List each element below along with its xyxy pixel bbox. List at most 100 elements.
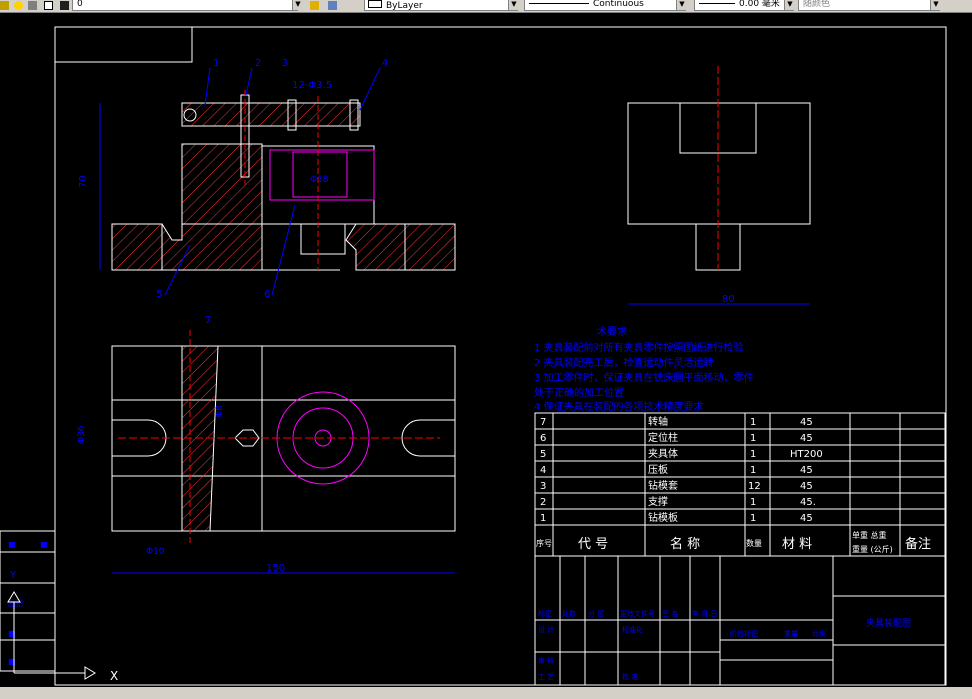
lineweight-value: 0.00 毫米 xyxy=(739,0,780,9)
lineweight-sample xyxy=(699,3,735,4)
tb-label: 处数 xyxy=(562,609,576,618)
bom-rows: 7 转轴 1 45 6 定位柱 1 45 5 夹具体 1 HT200 4 压板 … xyxy=(540,415,823,524)
tb-label: 批 准 xyxy=(622,672,638,681)
balloon-7: 7 xyxy=(205,315,211,326)
tech-line-3: 3 加工零件时，保证夹具在铣床圆平面移动，零件 xyxy=(534,371,754,384)
bom-row-no: 7 xyxy=(540,417,546,428)
linetype-value: Continuous xyxy=(593,0,644,9)
bom-header-weight-unit: 重量 (公斤) xyxy=(852,544,893,554)
balloon-1: 1 xyxy=(213,58,219,69)
left-panel-label: 图形 xyxy=(8,599,24,608)
bom-header-material: 材 料 xyxy=(782,537,812,552)
horizontal-scrollbar[interactable] xyxy=(0,687,972,699)
tb-label: 阶段标记 xyxy=(730,629,758,638)
tech-line-2: 2 夹具装配完工后，检查运动件灵活运转 xyxy=(534,356,714,369)
bom-row-material: 45 xyxy=(800,433,813,444)
plan-view: 150 Φ36 Φ8 Φ10 xyxy=(77,330,456,574)
color-dropdown[interactable]: ByLayer xyxy=(364,0,518,11)
bom-row-name: 钻模板 xyxy=(648,511,678,524)
bom-row-no: 4 xyxy=(540,465,546,476)
plotstyle-dropdown-arrow[interactable]: ▼ xyxy=(930,0,941,10)
bom-row-no: 6 xyxy=(540,433,546,444)
side-view: 80 xyxy=(627,66,811,305)
slot-dim: Φ8 xyxy=(215,405,225,418)
bom-row-material: 45 xyxy=(800,481,813,492)
plan-width-dim: 150 xyxy=(266,563,285,574)
color-value: ByLayer xyxy=(386,1,423,11)
layer-dropdown-arrow[interactable]: ▼ xyxy=(292,0,303,10)
color-swatch xyxy=(368,0,382,8)
tb-label: 签 名 xyxy=(662,609,678,618)
bom-row-qty: 1 xyxy=(750,497,756,508)
layer-previous-icon[interactable] xyxy=(328,1,337,10)
bom-row-no: 1 xyxy=(540,513,546,524)
left-panel-label: Y xyxy=(9,570,17,581)
bom-header-remark: 备注 xyxy=(905,536,931,552)
lock-icon[interactable] xyxy=(28,1,37,10)
bom-row-material: 45 xyxy=(800,513,813,524)
drawing-canvas[interactable]: 70 12-Φ3.5 Φ18 1 2 3 4 5 6 7 80 150 Φ36 … xyxy=(0,12,972,699)
layer-color-icon[interactable] xyxy=(60,1,69,10)
bom-row-name: 压板 xyxy=(648,463,668,476)
bom-row-name: 钻模套 xyxy=(648,479,678,492)
bom-row-name: 转轴 xyxy=(648,415,668,428)
plotstyle-dropdown[interactable]: 随颜色 xyxy=(798,0,940,11)
layer-value: 0 xyxy=(77,0,83,9)
bom-row-material: 45. xyxy=(800,497,816,508)
title-block: 夹具装配图 xyxy=(534,555,946,686)
plotstyle-value: 随颜色 xyxy=(803,0,831,9)
tb-label: 工 艺 xyxy=(538,673,554,681)
lineweight-dropdown-arrow[interactable]: ▼ xyxy=(784,0,795,10)
bom-row-name: 定位柱 xyxy=(648,431,678,444)
tech-line-1: 1 夹具装配前对所有夹具零件按照图纸进行检验 xyxy=(534,341,744,354)
tech-line-5: 4 保证夹具在装配的各项技术精度要求 xyxy=(534,400,704,413)
layer-dropdown[interactable]: 0 xyxy=(72,0,298,11)
linetype-dropdown-arrow[interactable]: ▼ xyxy=(676,0,687,10)
front-height-dim: 70 xyxy=(78,175,89,188)
lightbulb-icon[interactable] xyxy=(0,1,9,10)
sun-icon[interactable] xyxy=(14,1,23,10)
bom-header-weight: 单重 总重 xyxy=(852,530,887,540)
tech-line-4: 处于正确的加工位置 xyxy=(534,386,624,399)
balloon-5: 5 xyxy=(156,289,162,300)
linetype-dropdown[interactable]: Continuous xyxy=(524,0,686,11)
tb-label: 重量 xyxy=(784,630,798,638)
bom-row-qty: 1 xyxy=(750,465,756,476)
ucs-x-label: X xyxy=(110,669,118,683)
tb-label: 审 核 xyxy=(538,656,554,665)
drawing-name: 夹具装配图 xyxy=(866,617,911,629)
bom-row-name: 夹具体 xyxy=(648,447,678,460)
color-swatch-icon[interactable] xyxy=(44,1,53,10)
bom-row-qty: 1 xyxy=(750,513,756,524)
left-panel-label: ■ xyxy=(8,540,16,549)
lineweight-dropdown[interactable]: 0.00 毫米 xyxy=(694,0,794,11)
side-width-dim: 80 xyxy=(722,294,735,305)
plan-height-dim: Φ36 xyxy=(77,425,87,444)
bom-row-material: 45 xyxy=(800,465,813,476)
bom-row-no: 2 xyxy=(540,497,546,508)
balloon-2: 2 xyxy=(255,58,261,69)
balloon-4: 4 xyxy=(382,58,388,69)
tech-requirements: 术要求 1 夹具装配前对所有夹具零件按照图纸进行检验 2 夹具装配完工后，检查运… xyxy=(534,326,754,413)
bore-dim: Φ18 xyxy=(310,175,329,185)
tb-label: 设 计 xyxy=(538,625,554,634)
bom-row-qty: 1 xyxy=(750,417,756,428)
bom-row-qty: 12 xyxy=(748,481,761,492)
bom-row-no: 3 xyxy=(540,481,546,492)
bom-header-code: 代 号 xyxy=(578,537,608,552)
tech-title: 术要求 xyxy=(597,326,627,338)
tb-label: 分 区 xyxy=(588,609,604,618)
bom-row-no: 5 xyxy=(540,449,546,460)
front-view: 70 12-Φ3.5 Φ18 xyxy=(78,80,456,271)
color-dropdown-arrow[interactable]: ▼ xyxy=(508,0,519,10)
bom-row-qty: 1 xyxy=(750,433,756,444)
balloon-6: 6 xyxy=(264,289,270,300)
bom-header-qty: 数量 xyxy=(746,538,762,548)
tb-label: 年.月.日 xyxy=(692,609,717,618)
ucs-icon: X xyxy=(7,591,118,683)
make-current-icon[interactable] xyxy=(310,1,319,10)
bom-table: 7 转轴 1 45 6 定位柱 1 45 5 夹具体 1 HT200 4 压板 … xyxy=(534,412,946,557)
bom-header: 序号 代 号 名 称 数量 材 料 单重 总重 重量 (公斤) 备注 xyxy=(536,530,931,554)
bom-row-material: 45 xyxy=(800,417,813,428)
tb-label: 标记 xyxy=(538,609,552,618)
